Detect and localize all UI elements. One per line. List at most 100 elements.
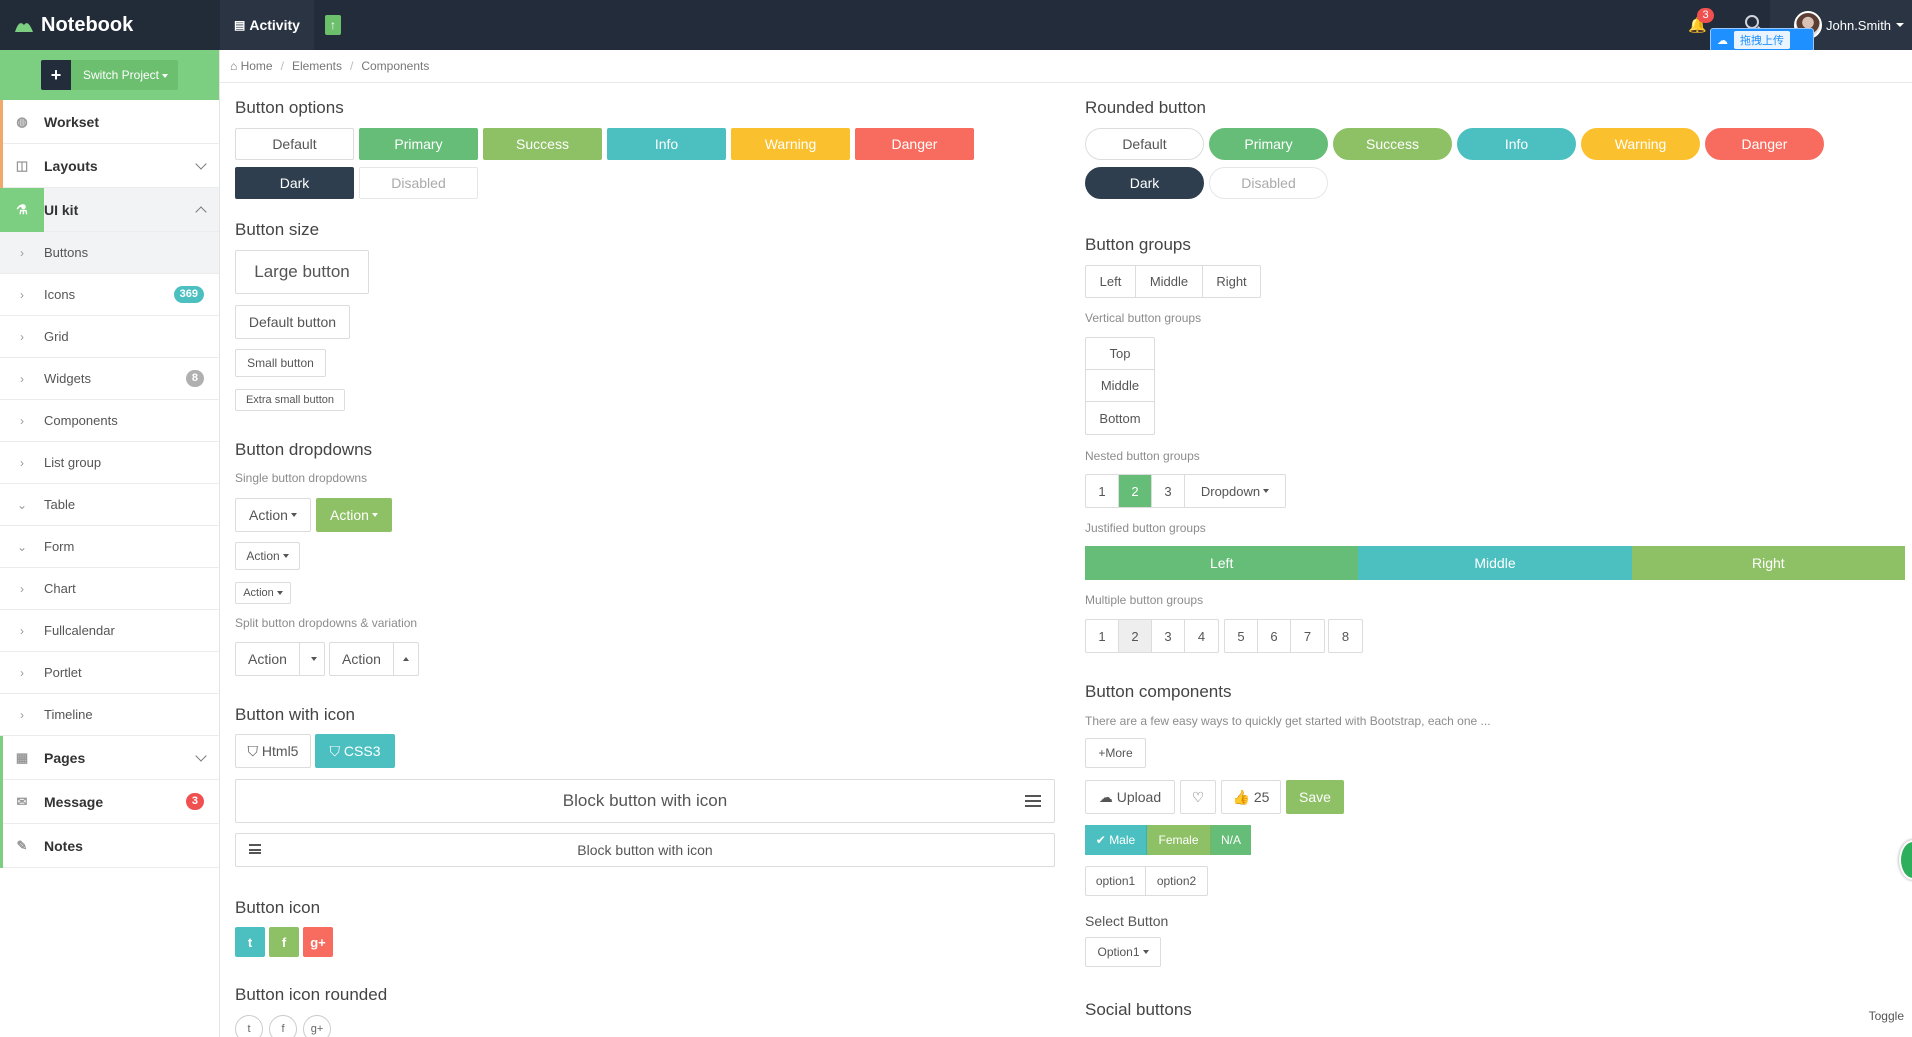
group-left-button[interactable]: Left [1086, 266, 1136, 297]
sidebar-item-workset[interactable]: ◍ Workset [0, 100, 219, 144]
group-top-button[interactable]: Top [1086, 338, 1154, 370]
sidebar-subitem-form[interactable]: ⌄ Form [0, 526, 219, 568]
page-button[interactable]: 5 [1225, 620, 1258, 652]
page-button-1[interactable]: 1 [1086, 475, 1119, 507]
sidebar-item-message[interactable]: ✉ Message 3 [0, 780, 219, 824]
info-button[interactable]: Info [607, 128, 726, 160]
html5-button[interactable]: ⛉ Html5 [235, 734, 311, 768]
breadcrumb-home[interactable]: Home [241, 59, 273, 73]
gender-male-button[interactable]: ✔ Male [1085, 825, 1147, 855]
brand-logo[interactable]: Notebook [0, 0, 220, 50]
sidebar-subitem-timeline[interactable]: › Timeline [0, 694, 219, 736]
page-button[interactable]: 4 [1185, 620, 1218, 652]
section-title: Button icon rounded [235, 985, 388, 1004]
page-button[interactable]: 6 [1258, 620, 1291, 652]
cloud-icon: ☁ [1717, 34, 1728, 47]
option1-button[interactable]: option1 [1086, 867, 1146, 895]
breadcrumb-elements[interactable]: Elements [292, 59, 342, 73]
dark-button[interactable]: Dark [235, 167, 354, 199]
switch-project-button[interactable]: + Switch Project [40, 60, 179, 90]
rounded-danger-button[interactable]: Danger [1705, 128, 1824, 160]
group-middle-button[interactable]: Middle [1136, 266, 1203, 297]
css3-button[interactable]: ⛉ CSS3 [315, 734, 395, 768]
option2-button[interactable]: option2 [1146, 867, 1207, 895]
sidebar-subitem-icons[interactable]: › Icons 369 [0, 274, 219, 316]
rounded-default-button[interactable]: Default [1085, 128, 1204, 160]
action-dropdown[interactable]: Action [235, 498, 311, 532]
twitter-icon[interactable]: t [235, 1015, 263, 1037]
page-button[interactable]: 3 [1152, 620, 1185, 652]
sidebar-subitem-components[interactable]: › Components [0, 400, 219, 442]
activity-menu[interactable]: ▤ Activity [220, 0, 314, 50]
group-right-button[interactable]: Right [1203, 266, 1260, 297]
sidebar-item-layouts[interactable]: ◫ Layouts [0, 144, 219, 188]
sidebar-subitem-list-group[interactable]: › List group [0, 442, 219, 484]
floating-action-icon[interactable] [1899, 840, 1912, 880]
upload-button[interactable]: ☁ Upload [1085, 780, 1175, 814]
facebook-icon[interactable]: f [269, 1015, 297, 1037]
page-button-3[interactable]: 3 [1152, 475, 1185, 507]
rounded-dark-button[interactable]: Dark [1085, 167, 1204, 199]
caret-icon [162, 73, 169, 78]
gender-na-button[interactable]: N/A [1211, 825, 1251, 855]
like-button[interactable]: 👍 25 [1221, 780, 1281, 814]
toggle-link[interactable]: Toggle [1869, 1009, 1904, 1023]
block-button-with-icon[interactable]: Block button with icon [235, 833, 1055, 867]
sidebar-subitem-buttons[interactable]: › Buttons [0, 232, 219, 274]
sidebar-subitem-fullcalendar[interactable]: › Fullcalendar [0, 610, 219, 652]
google-plus-icon[interactable]: g+ [303, 1015, 331, 1037]
justified-left-button[interactable]: Left [1085, 546, 1359, 580]
rounded-success-button[interactable]: Success [1333, 128, 1452, 160]
rounded-primary-button[interactable]: Primary [1209, 128, 1328, 160]
action-dropdown-success[interactable]: Action [316, 498, 392, 532]
warning-button[interactable]: Warning [731, 128, 850, 160]
nested-dropdown-button[interactable]: Dropdown [1185, 475, 1285, 507]
page-button-2-active[interactable]: 2 [1119, 475, 1152, 507]
success-button[interactable]: Success [483, 128, 602, 160]
page-button[interactable]: 7 [1291, 620, 1324, 652]
group-middle-button[interactable]: Middle [1086, 370, 1154, 402]
page-button[interactable]: 8 [1329, 620, 1362, 652]
caret-icon [290, 513, 297, 517]
upload-arrow-icon[interactable]: ↑ [325, 15, 341, 35]
split-caret-button[interactable] [300, 643, 324, 675]
more-button[interactable]: + More [1085, 738, 1146, 768]
google-plus-icon[interactable]: g+ [303, 927, 333, 957]
rounded-info-button[interactable]: Info [1457, 128, 1576, 160]
page-button[interactable]: 1 [1086, 620, 1119, 652]
sidebar-subitem-portlet[interactable]: › Portlet [0, 652, 219, 694]
sidebar-item-pages[interactable]: ▦ Pages [0, 736, 219, 780]
facebook-icon[interactable]: f [269, 927, 299, 957]
primary-button[interactable]: Primary [359, 128, 478, 160]
block-button-with-icon-large[interactable]: Block button with icon [235, 779, 1055, 823]
small-button[interactable]: Small button [235, 349, 326, 377]
default-size-button[interactable]: Default button [235, 305, 350, 339]
sidebar-subitem-widgets[interactable]: › Widgets 8 [0, 358, 219, 400]
sidebar-item-ui-kit[interactable]: ⚗ UI kit [0, 187, 219, 232]
extra-small-button[interactable]: Extra small button [235, 389, 345, 411]
split-caret-up-button[interactable] [394, 643, 418, 675]
group-bottom-button[interactable]: Bottom [1086, 402, 1154, 434]
search-icon[interactable] [1745, 15, 1759, 29]
sidebar-subitem-chart[interactable]: › Chart [0, 568, 219, 610]
action-dropdown-xs[interactable]: Action [235, 582, 291, 604]
gender-female-button[interactable]: Female [1147, 825, 1211, 855]
sidebar-subitem-grid[interactable]: › Grid [0, 316, 219, 358]
select-dropdown[interactable]: Option1 [1085, 937, 1161, 967]
split-action-button[interactable]: Action [236, 643, 300, 675]
save-button[interactable]: Save [1286, 780, 1344, 814]
sidebar-item-notes[interactable]: ✎ Notes [0, 824, 219, 868]
justified-middle-button[interactable]: Middle [1358, 546, 1632, 580]
large-button[interactable]: Large button [235, 250, 369, 294]
action-dropdown-small[interactable]: Action [235, 542, 300, 570]
justified-right-button[interactable]: Right [1631, 546, 1905, 580]
twitter-icon[interactable]: t [235, 927, 265, 957]
default-button[interactable]: Default [235, 128, 354, 160]
heart-button[interactable]: ♡ [1180, 780, 1216, 814]
rounded-warning-button[interactable]: Warning [1581, 128, 1700, 160]
page-button-active[interactable]: 2 [1119, 620, 1152, 652]
danger-button[interactable]: Danger [855, 128, 974, 160]
sidebar-subitem-table[interactable]: ⌄ Table [0, 484, 219, 526]
drag-upload-widget[interactable]: ☁ 拖拽上传 [1710, 28, 1814, 52]
split-action-button[interactable]: Action [330, 643, 394, 675]
